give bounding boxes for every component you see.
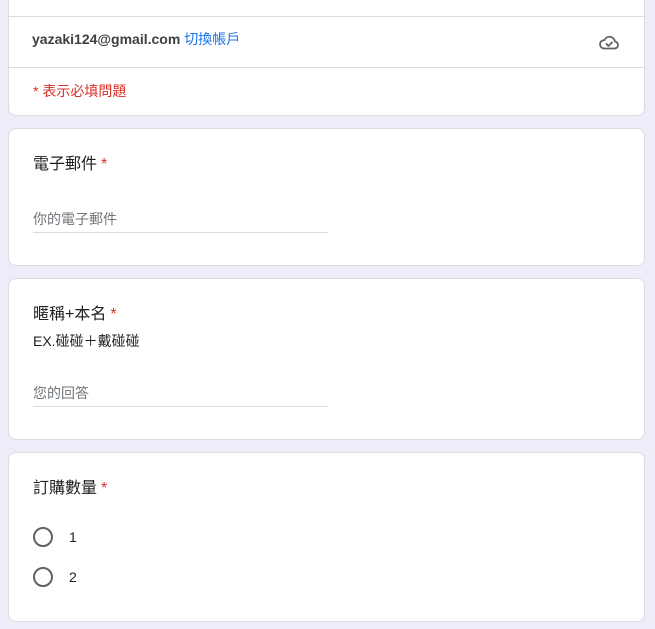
account-email: yazaki124@gmail.com [32,31,181,47]
question-title-text: 訂購數量 [33,480,98,497]
question-title: 電子郵件 * [33,155,107,175]
question-title-text: 暱稱+本名 [33,306,107,323]
required-asterisk: * [101,156,108,173]
account-info: yazaki124@gmail.com 切換帳戶 [32,30,240,48]
question-card-nickname: 暱稱+本名 * EX.碰碰＋戴碰碰 [8,278,645,440]
question-description: EX.碰碰＋戴碰碰 [33,333,140,349]
radio-button-icon[interactable] [33,527,53,547]
question-card-email: 電子郵件 * [8,128,645,266]
required-asterisk: * [101,480,108,497]
radio-label: 1 [69,529,77,545]
question-title: 訂購數量 * [33,479,107,499]
radio-button-icon[interactable] [33,567,53,587]
required-note: * 表示必填問題 [33,83,127,99]
cloud-check-icon[interactable] [597,30,621,54]
form-header-card: yazaki124@gmail.com 切換帳戶 * 表示必填問題 [8,0,645,116]
switch-account-link[interactable]: 切換帳戶 [184,31,240,47]
account-bar: yazaki124@gmail.com 切換帳戶 [8,16,645,68]
email-input[interactable] [33,206,328,233]
quantity-option-2[interactable]: 2 [33,565,77,589]
quantity-option-1[interactable]: 1 [33,525,77,549]
radio-label: 2 [69,569,77,585]
nickname-input[interactable] [33,380,328,407]
required-asterisk: * [110,306,117,323]
question-title-text: 電子郵件 [33,156,98,173]
question-title: 暱稱+本名 * [33,305,117,325]
question-card-quantity: 訂購數量 * 1 2 [8,452,645,622]
